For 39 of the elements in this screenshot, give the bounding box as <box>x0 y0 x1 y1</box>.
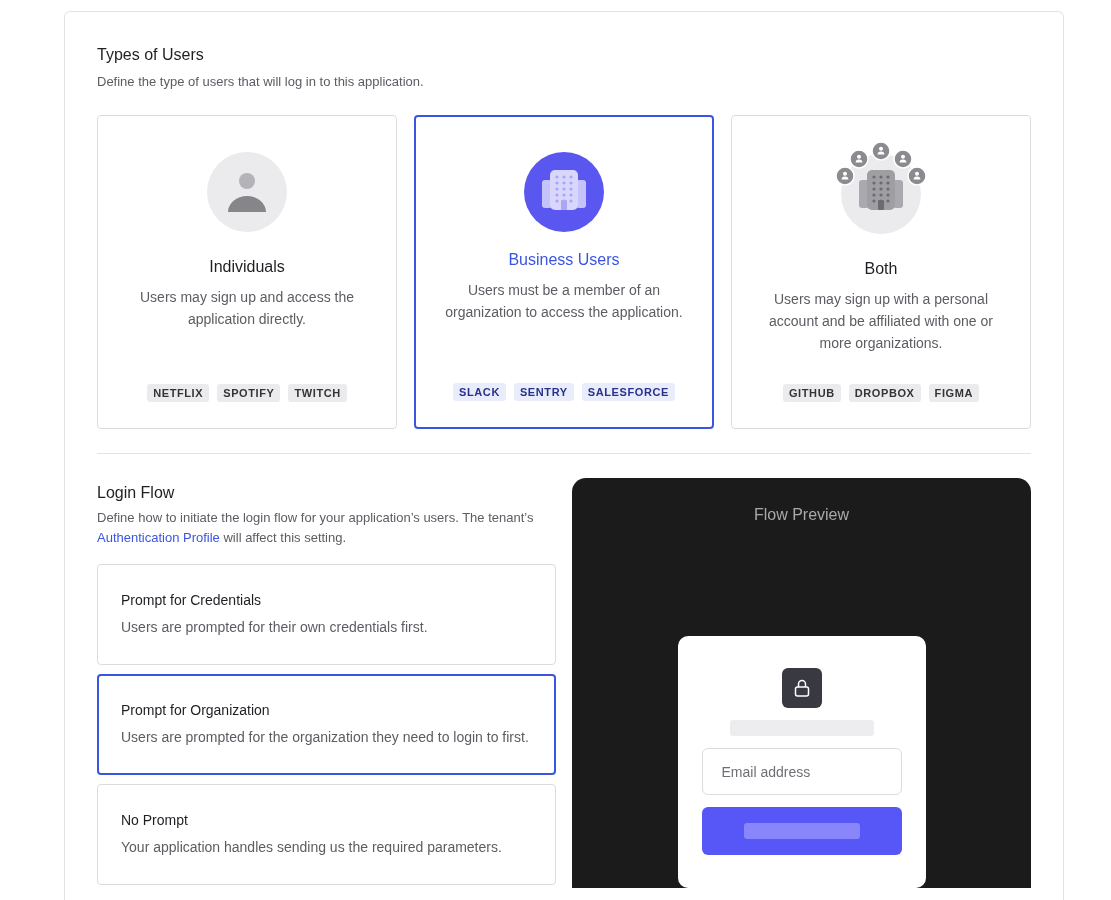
section-title: Types of Users <box>97 45 205 64</box>
card-title: Both <box>864 260 898 278</box>
building-with-people-icon <box>833 144 929 234</box>
email-field[interactable]: Email address <box>701 748 902 795</box>
option-title: Prompt for Credentials <box>121 592 263 608</box>
user-type-card[interactable]: Business Users Users must be a member of an organization to access the application. SLACK SENTRY SALESFORCE <box>414 115 714 429</box>
option-description: Your application handles sending us the required parameters. <box>121 838 503 857</box>
card-description: Users may sign up with a personal account and be affiliated with one or more organizations. <box>768 290 994 353</box>
preview-title: Flow Preview <box>753 506 850 524</box>
card-title: Individuals <box>209 258 285 276</box>
card-description: Users must be a member of an organization to access the application. <box>444 281 684 322</box>
section-description: Define the type of users that will log in to this application. <box>97 73 425 91</box>
tag: SLACK <box>453 383 506 401</box>
option-title: No Prompt <box>121 812 189 828</box>
tag: SENTRY <box>513 383 574 401</box>
lock-icon <box>781 668 822 708</box>
tag: SPOTIFY <box>217 384 281 402</box>
tag: TWITCH <box>288 384 347 402</box>
option-description: Users are prompted for the organization they need to login to first. <box>121 728 530 747</box>
section-description: Define how to initiate the login flow for your application’s users. The tenant’s Authentication Profile will affect this setting. <box>97 509 535 547</box>
section-title: Login Flow <box>97 483 176 502</box>
card-description: Users may sign up and access the application directly. <box>139 288 355 329</box>
option-title: Prompt for Organization <box>121 702 271 718</box>
person-icon <box>207 152 287 232</box>
tag: FIGMA <box>928 384 979 402</box>
login-flow-option[interactable]: Prompt for Credentials Users are prompted for their own credentials first. <box>97 564 556 665</box>
card-title: Business Users <box>508 251 620 269</box>
continue-button[interactable] <box>701 807 902 855</box>
tag: NETFLIX <box>147 384 210 402</box>
user-type-card[interactable]: Individuals Users may sign up and access the application directly. NETFLIX SPOTIFY TWITCH <box>97 115 397 429</box>
login-flow-option[interactable]: No Prompt Your application handles sending us the required parameters. <box>97 784 556 885</box>
tag: GITHUB <box>782 384 841 402</box>
option-description: Users are prompted for their own credentials first. <box>121 618 429 637</box>
tag: SALESFORCE <box>581 383 675 401</box>
authentication-profile-link[interactable]: Authentication Profile <box>97 530 220 545</box>
login-flow-option[interactable]: Prompt for Organization Users are prompted for the organization they need to login to first. <box>97 674 556 775</box>
user-type-card[interactable]: Both Users may sign up with a personal account and be affiliated with one or more organizations. GITHUB DROPBOX FIGMA <box>731 115 1031 429</box>
building-icon <box>524 152 604 232</box>
tag: DROPBOX <box>848 384 921 402</box>
